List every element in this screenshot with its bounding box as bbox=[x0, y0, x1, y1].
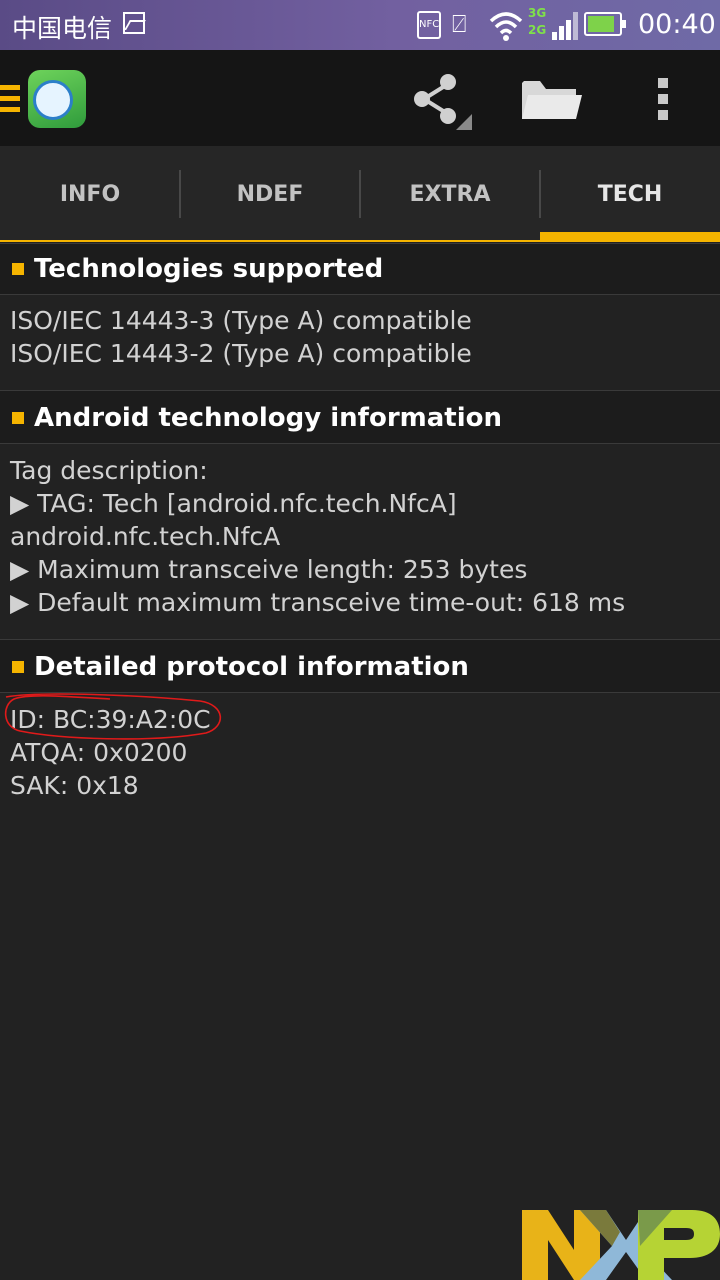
menu-icon[interactable] bbox=[0, 85, 20, 115]
mobile-signal-icon: 3G 2G bbox=[528, 6, 578, 44]
network-3g-label: 3G bbox=[528, 6, 547, 20]
vibrate-icon: ⍁ bbox=[452, 10, 467, 38]
list-item: ▶ Maximum transceive length: 253 bytes bbox=[10, 555, 528, 584]
list-item: ISO/IEC 14443-2 (Type A) compatible bbox=[10, 339, 472, 368]
section-title: Android technology information bbox=[34, 403, 503, 433]
wifi-icon bbox=[489, 12, 523, 41]
app-logo-magnifier-icon bbox=[33, 80, 73, 120]
section-title: Detailed protocol information bbox=[34, 652, 469, 682]
section-body-technologies: ISO/IEC 14443-3 (Type A) compatible ISO/… bbox=[10, 304, 472, 370]
status-bar: 中国电信 NFC ⍁ 3G 2G 00:40 bbox=[0, 0, 720, 50]
section-bullet-icon bbox=[12, 263, 24, 275]
list-item: SAK: 0x18 bbox=[10, 771, 139, 800]
tab-bar: INFO NDEF EXTRA TECH bbox=[0, 146, 720, 242]
section-bullet-icon bbox=[12, 661, 24, 673]
section-title: Technologies supported bbox=[34, 254, 384, 284]
action-bar bbox=[0, 50, 720, 146]
share-icon[interactable] bbox=[410, 72, 476, 132]
tab-ndef[interactable]: NDEF bbox=[180, 146, 360, 242]
selected-tab-indicator bbox=[540, 232, 720, 242]
section-body-android-tech: Tag description: ▶ TAG: Tech [android.nf… bbox=[10, 454, 625, 619]
app-logo[interactable] bbox=[28, 70, 86, 128]
carrier-name: 中国电信 bbox=[12, 14, 113, 43]
folder-icon[interactable] bbox=[520, 77, 582, 121]
list-item: ▶ Default maximum transceive time-out: 6… bbox=[10, 588, 626, 617]
screenshot-notification-icon bbox=[123, 12, 145, 34]
section-bullet-icon bbox=[12, 412, 24, 424]
red-circle-annotation bbox=[4, 693, 222, 740]
battery-level-fill bbox=[588, 16, 614, 32]
section-header-technologies: Technologies supported bbox=[0, 243, 720, 295]
section-header-protocol: Detailed protocol information bbox=[0, 639, 720, 693]
list-item: ISO/IEC 14443-3 (Type A) compatible bbox=[10, 306, 472, 335]
nxp-logo bbox=[522, 1210, 720, 1280]
list-item: ▶ TAG: Tech [android.nfc.tech.NfcA] bbox=[10, 489, 457, 518]
network-2g-label: 2G bbox=[528, 23, 547, 37]
tab-info[interactable]: INFO bbox=[0, 146, 180, 242]
tab-tech[interactable]: TECH bbox=[540, 146, 720, 242]
list-item: Tag description: bbox=[10, 456, 208, 485]
battery-icon bbox=[584, 12, 626, 36]
overflow-menu-icon[interactable] bbox=[658, 78, 670, 120]
nfc-status-icon: NFC bbox=[417, 11, 441, 39]
status-clock: 00:40 bbox=[638, 9, 716, 40]
section-header-android-tech: Android technology information bbox=[0, 390, 720, 444]
tab-extra[interactable]: EXTRA bbox=[360, 146, 540, 242]
list-item: android.nfc.tech.NfcA bbox=[10, 522, 281, 551]
